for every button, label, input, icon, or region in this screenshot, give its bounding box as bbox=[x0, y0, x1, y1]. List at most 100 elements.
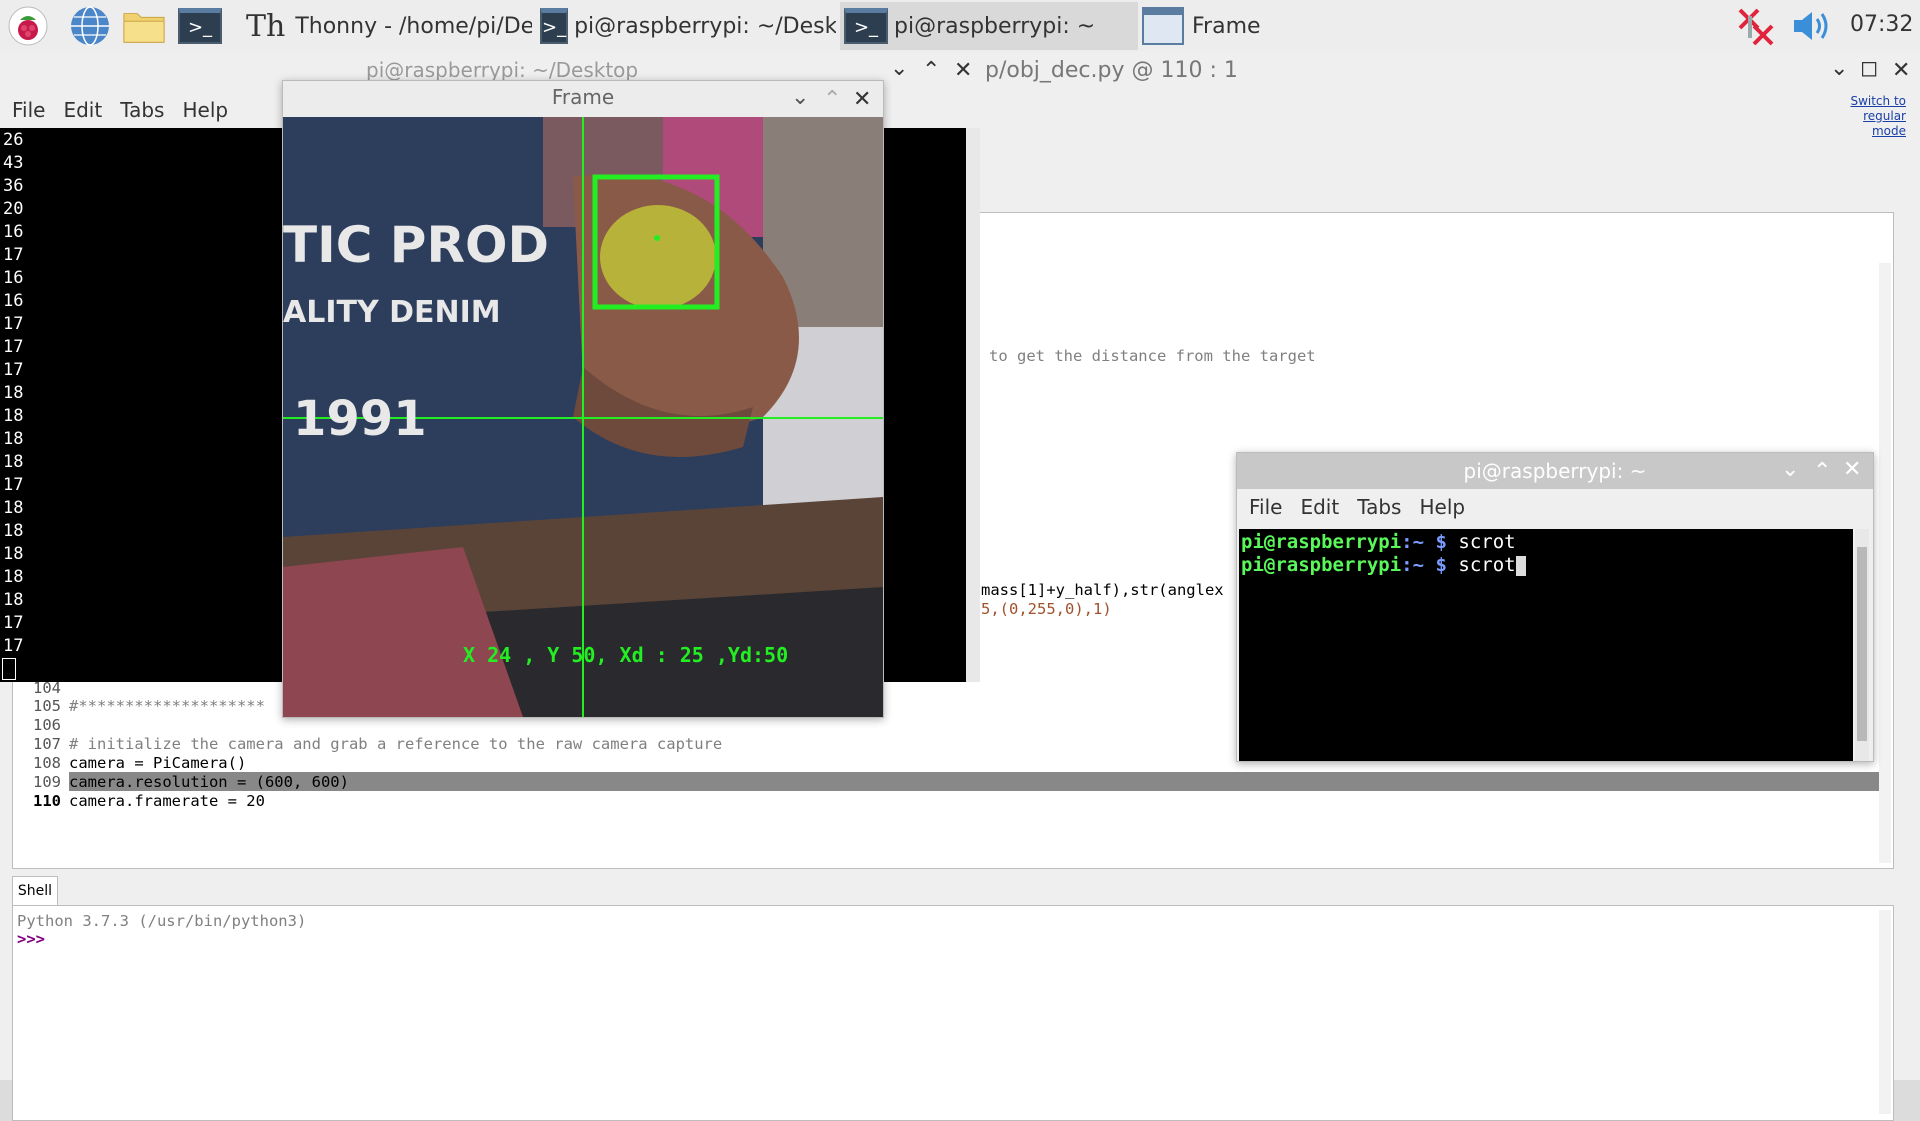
terminal-output-line: 18 bbox=[3, 498, 24, 518]
terminal-output-line: 18 bbox=[3, 383, 24, 403]
menu-file[interactable]: File bbox=[1249, 495, 1282, 519]
file-manager-icon[interactable] bbox=[122, 4, 166, 48]
terminal-launcher-icon[interactable]: >_ bbox=[178, 4, 222, 48]
task-terminal-desktop[interactable]: >_ pi@raspberrypi: ~/Deskt... bbox=[540, 2, 836, 50]
clock: 07:32 bbox=[1850, 12, 1914, 37]
code-comment: to get the distance from the target bbox=[989, 347, 1316, 365]
terminal-icon: >_ bbox=[540, 8, 569, 44]
terminal-output-line: 18 bbox=[3, 567, 24, 587]
thonny-icon: Th bbox=[246, 8, 286, 44]
terminal-home-menubar: File Edit Tabs Help bbox=[1237, 489, 1873, 525]
switch-mode-link[interactable]: Switch to regular mode bbox=[1826, 94, 1906, 139]
task-terminal-home[interactable]: >_ pi@raspberrypi: ~ bbox=[840, 2, 1138, 50]
terminal-output-line: 16 bbox=[3, 291, 24, 311]
terminal-line: pi@raspberrypi:~ $ scrot bbox=[1241, 554, 1526, 576]
task-terminal-desktop-label: pi@raspberrypi: ~/Deskt... bbox=[574, 13, 836, 39]
terminal-icon: >_ bbox=[844, 8, 888, 44]
raspberry-menu-icon[interactable] bbox=[6, 4, 50, 48]
terminal-output-line: 36 bbox=[3, 176, 24, 196]
menu-tabs[interactable]: Tabs bbox=[120, 98, 164, 122]
terminal-output-line: 17 bbox=[3, 245, 24, 265]
editor-scrollbar[interactable] bbox=[1879, 263, 1891, 863]
terminal-output-line: 17 bbox=[3, 337, 24, 357]
terminal-home-output[interactable]: pi@raspberrypi:~ $ scrot pi@raspberrypi:… bbox=[1239, 529, 1853, 761]
terminal-output-line: 17 bbox=[3, 636, 24, 656]
command-text: scrot bbox=[1458, 531, 1516, 553]
menu-help[interactable]: Help bbox=[182, 98, 228, 122]
code-line: mass[1]+y_half),str(anglex bbox=[981, 581, 1224, 599]
code-line: camera = PiCamera() bbox=[69, 754, 247, 772]
prompt-path: :~ bbox=[1401, 531, 1425, 553]
task-frame[interactable]: Frame bbox=[1142, 2, 1440, 50]
terminal-output-line: 20 bbox=[3, 199, 24, 219]
scrollbar-thumb[interactable] bbox=[1857, 547, 1867, 741]
chevron-down-icon[interactable]: ⌄ bbox=[1781, 457, 1799, 482]
volume-icon[interactable] bbox=[1790, 8, 1834, 44]
menu-file[interactable]: File bbox=[12, 98, 45, 122]
terminal-output-line: 17 bbox=[3, 314, 24, 334]
prompt-user: pi@raspberrypi bbox=[1241, 531, 1402, 553]
minimize-icon[interactable]: ⌄ bbox=[1830, 56, 1848, 81]
terminal-output-line: 43 bbox=[3, 153, 24, 173]
close-icon[interactable]: ✕ bbox=[853, 87, 871, 112]
close-icon[interactable]: ✕ bbox=[1843, 457, 1861, 482]
menu-edit[interactable]: Edit bbox=[1300, 495, 1339, 519]
shirt-print-line-2: ALITY DENIM bbox=[283, 295, 501, 330]
prompt-path: :~ bbox=[1401, 554, 1425, 576]
thonny-title: p/obj_dec.py @ 110 : 1 bbox=[985, 58, 1238, 83]
terminal-output-line: 26 bbox=[3, 130, 24, 150]
line-number: 105 bbox=[33, 697, 61, 715]
tab-shell[interactable]: Shell bbox=[12, 876, 58, 905]
shell-banner: Python 3.7.3 (/usr/bin/python3) bbox=[17, 912, 307, 930]
code-line: camera.resolution = (600, 600) bbox=[69, 773, 349, 791]
coordinates-overlay: X 24 , Y 50, Xd : 25 ,Yd:50 bbox=[463, 643, 788, 667]
shirt-print-line-1: TIC PROD bbox=[283, 216, 549, 274]
close-icon[interactable]: ✕ bbox=[1892, 58, 1910, 83]
terminal-desktop-scrollbar[interactable] bbox=[966, 128, 980, 682]
terminal-home-window: pi@raspberrypi: ~ ⌄ ⌃ ✕ File Edit Tabs H… bbox=[1236, 452, 1874, 762]
terminal-output-line: 18 bbox=[3, 429, 24, 449]
line-number: 107 bbox=[33, 735, 61, 753]
code-comment: # initialize the camera and grab a refer… bbox=[69, 735, 723, 753]
terminal-output-line: 17 bbox=[3, 613, 24, 633]
chevron-down-icon[interactable]: ⌄ bbox=[791, 85, 809, 110]
camera-image: TIC PROD ALITY DENIM 1991 X 24 , Y 50, X… bbox=[283, 117, 883, 717]
prompt-dollar: $ bbox=[1435, 531, 1447, 553]
web-browser-icon[interactable] bbox=[68, 4, 112, 48]
terminal-home-scrollbar[interactable] bbox=[1855, 529, 1869, 761]
task-frame-label: Frame bbox=[1192, 13, 1261, 39]
prompt-dollar: $ bbox=[1435, 554, 1447, 576]
shirt-print-line-3: 1991 bbox=[293, 391, 427, 447]
terminal-cursor bbox=[1515, 555, 1526, 576]
terminal-output-line: 18 bbox=[3, 544, 24, 564]
frame-window: Frame ⌄ ⌃ ✕ TIC PROD ALITY DENIM 1991 X … bbox=[282, 80, 884, 718]
terminal-home-title: pi@raspberrypi: ~ bbox=[1463, 459, 1647, 483]
prompt-user: pi@raspberrypi bbox=[1241, 554, 1402, 576]
shell-scrollbar[interactable] bbox=[1879, 910, 1891, 1114]
task-terminal-home-label: pi@raspberrypi: ~ bbox=[894, 13, 1096, 39]
menu-help[interactable]: Help bbox=[1419, 495, 1465, 519]
command-text: scrot bbox=[1458, 554, 1516, 576]
network-disconnected-icon[interactable] bbox=[1736, 6, 1776, 46]
terminal-line: pi@raspberrypi:~ $ scrot bbox=[1241, 531, 1516, 553]
chevron-up-icon[interactable]: ⌃ bbox=[823, 87, 841, 112]
task-thonny[interactable]: Th Thonny - /home/pi/Des... bbox=[238, 2, 532, 50]
chevron-up-icon[interactable]: ⌃ bbox=[1813, 459, 1831, 484]
terminal-output-line: 18 bbox=[3, 406, 24, 426]
maximize-icon[interactable]: ◻ bbox=[1860, 56, 1878, 81]
window-icon bbox=[1142, 7, 1184, 45]
terminal-output-line: 18 bbox=[3, 521, 24, 541]
line-number: 106 bbox=[33, 716, 61, 734]
terminal-output-line: 17 bbox=[3, 360, 24, 380]
taskbar: >_ Th Thonny - /home/pi/Des... >_ pi@ras… bbox=[0, 0, 1920, 53]
shell-panel[interactable]: Python 3.7.3 (/usr/bin/python3) >>> bbox=[12, 905, 1894, 1121]
terminal-output-line: 18 bbox=[3, 452, 24, 472]
menu-edit[interactable]: Edit bbox=[63, 98, 102, 122]
line-number: 108 bbox=[33, 754, 61, 772]
line-number: 110 bbox=[33, 792, 61, 810]
terminal-desktop-title: pi@raspberrypi: ~/Desktop bbox=[366, 58, 639, 82]
code-comment: #******************** bbox=[69, 697, 265, 715]
terminal-cursor bbox=[2, 658, 16, 680]
code-line: camera.framerate = 20 bbox=[69, 792, 265, 810]
menu-tabs[interactable]: Tabs bbox=[1357, 495, 1401, 519]
